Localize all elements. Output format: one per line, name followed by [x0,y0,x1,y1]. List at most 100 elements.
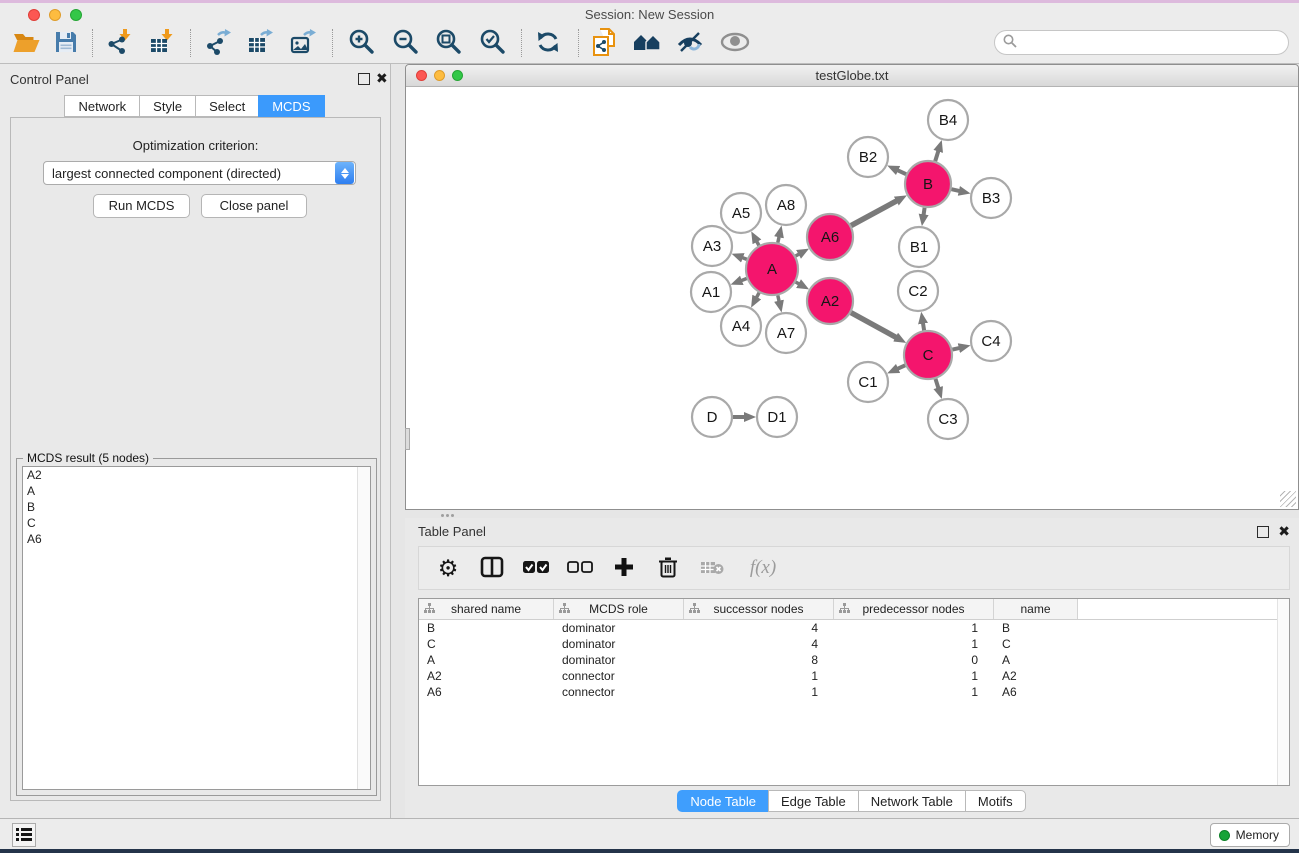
table-panel-float-button[interactable] [1257,526,1269,538]
edge-B-B1[interactable] [924,208,925,216]
network-window-titlebar[interactable]: testGlobe.txt [406,65,1298,87]
edge-C-C4[interactable] [952,348,959,350]
edge-B-B2[interactable] [897,170,906,174]
task-history-button[interactable] [12,823,36,847]
table-cell: 4 [684,621,834,635]
export-table-button[interactable] [243,26,277,60]
tab-edge-table[interactable]: Edge Table [768,790,859,812]
export-network-button[interactable] [201,26,235,60]
edge-B-B4[interactable] [935,151,938,162]
mcds-result-item[interactable]: A2 [23,467,370,483]
memory-status-icon [1219,830,1230,841]
mcds-result-item[interactable]: C [23,515,370,531]
edge-A-A1[interactable] [741,279,747,281]
zoom-in-button[interactable] [344,26,378,60]
edge-A6-B[interactable] [851,201,897,226]
zoom-selected-button[interactable] [475,26,509,60]
import-table-button[interactable] [145,26,179,60]
optimization-criterion-label: Optimization criterion: [11,138,380,153]
table-cell: 0 [834,653,994,667]
search-icon [1003,34,1017,51]
edge-C-C3[interactable] [936,379,939,389]
table-cell: 1 [834,637,994,651]
search-field[interactable] [994,30,1289,55]
tab-network[interactable]: Network [64,95,140,117]
save-session-button[interactable] [49,26,83,60]
table-cell: B [994,621,1078,635]
network-window-resize-grip[interactable] [1280,491,1296,507]
node-label-A2: A2 [821,293,839,310]
import-network-button[interactable] [103,26,137,60]
hide-panels-button[interactable] [718,26,752,60]
mcds-result-item[interactable]: A [23,483,370,499]
control-panel-float-button[interactable] [358,73,370,85]
open-session-button[interactable] [9,26,43,60]
mcds-result-item[interactable]: B [23,499,370,515]
edge-A-A6[interactable] [796,254,800,256]
run-mcds-button[interactable]: Run MCDS [93,194,190,218]
network-window-edge-grip[interactable] [405,428,410,450]
tab-style[interactable]: Style [139,95,196,117]
edge-A-A7[interactable] [778,295,779,301]
table-row[interactable]: Bdominator41B [419,620,1289,636]
select-all-button[interactable] [521,553,551,583]
tab-motifs[interactable]: Motifs [965,790,1026,812]
deselect-all-button[interactable] [565,553,595,583]
column-type-icon [839,603,850,617]
search-input[interactable] [1022,36,1288,50]
export-image-button[interactable] [286,26,320,60]
node-label-C4: C4 [981,333,1000,350]
apply-function-button[interactable]: f(x) [741,553,785,583]
refresh-view-button[interactable] [531,26,565,60]
edge-A-A8[interactable] [778,236,779,242]
table-scrollbar[interactable] [1277,599,1289,785]
tab-network-table[interactable]: Network Table [858,790,966,812]
toggle-columns-button[interactable] [477,553,507,583]
edge-A-A2[interactable] [796,282,800,284]
table-row[interactable]: Adominator80A [419,652,1289,668]
edge-A-A5[interactable] [757,241,759,245]
column-header-shared-name[interactable]: shared name [419,599,554,619]
import-network-icon [107,29,133,58]
table-row[interactable]: A2connector11A2 [419,668,1289,684]
table-row[interactable]: Cdominator41C [419,636,1289,652]
control-panel-close-button[interactable]: ✖ [376,70,388,86]
column-header-name[interactable]: name [994,599,1078,619]
node-label-D1: D1 [767,409,786,426]
tab-mcds[interactable]: MCDS [258,95,324,117]
edge-B-B3[interactable] [951,189,959,191]
table-settings-button[interactable]: ⚙ [433,553,463,583]
mcds-list-scrollbar[interactable] [357,467,370,789]
table-header-row: shared nameMCDS rolesuccessor nodesprede… [419,599,1289,620]
zoom-fit-button[interactable] [431,26,465,60]
zoom-out-button[interactable] [388,26,422,60]
apply-layout-button[interactable] [630,26,664,60]
close-panel-button[interactable]: Close panel [201,194,307,218]
delete-column-button[interactable] [653,553,683,583]
column-header-MCDS-role[interactable]: MCDS role [554,599,684,619]
columns-icon [480,556,504,581]
table-panel-close-button[interactable]: ✖ [1278,523,1290,539]
mcds-result-group: MCDS result (5 nodes) A2ABCA6 [16,458,377,796]
memory-button[interactable]: Memory [1210,823,1290,847]
criterion-select[interactable]: largest connected component (directed) [43,161,356,185]
table-row[interactable]: A6connector11A6 [419,684,1289,700]
edge-C-C2[interactable] [923,323,924,331]
edge-A2-C[interactable] [851,313,897,338]
network-window-title: testGlobe.txt [406,68,1298,83]
column-header-predecessor-nodes[interactable]: predecessor nodes [834,599,994,619]
tab-select[interactable]: Select [195,95,259,117]
delete-table-button[interactable] [697,553,727,583]
refresh-icon [535,29,561,58]
network-canvas[interactable]: AA1A2A3A4A5A6A7A8BB1B2B3B4CC1C2C3C4DD1 [406,87,1298,509]
add-column-button[interactable] [609,553,639,583]
column-header-successor-nodes[interactable]: successor nodes [684,599,834,619]
mcds-result-item[interactable]: A6 [23,531,370,547]
edge-A-A4[interactable] [756,293,759,298]
show-graphics-details-button[interactable] [673,26,707,60]
edge-A-A3[interactable] [742,258,747,260]
edge-C-C1[interactable] [897,365,905,369]
tab-node-table[interactable]: Node Table [677,790,769,812]
new-network-from-selection-button[interactable] [589,26,623,60]
import-table-icon [149,29,175,58]
